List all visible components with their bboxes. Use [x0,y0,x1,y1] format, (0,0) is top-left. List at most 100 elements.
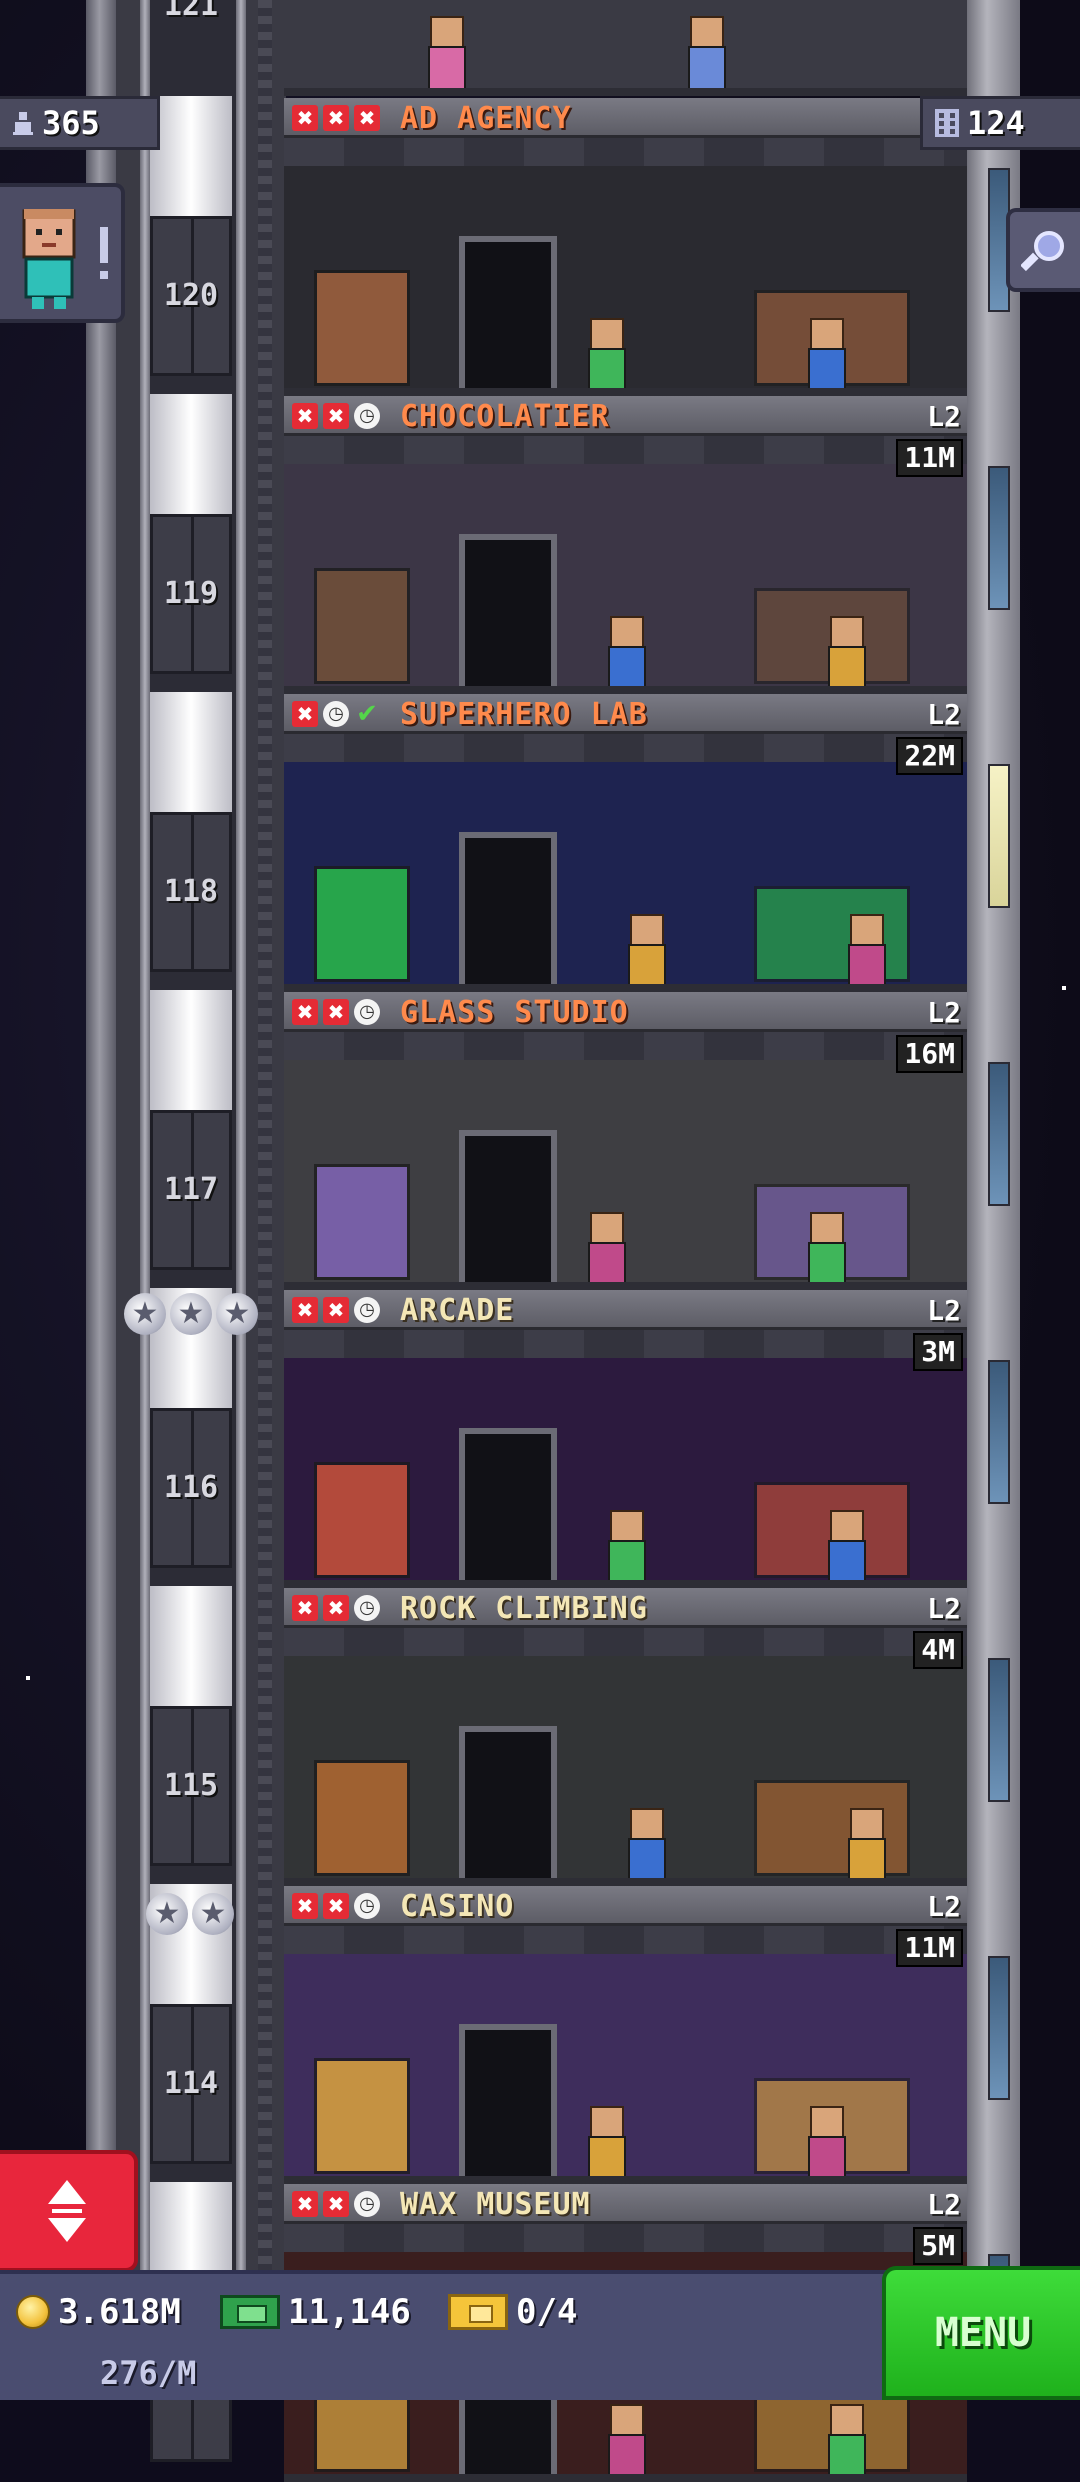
bitizen-avatar-icon [22,209,76,309]
tower-window [988,1062,1010,1206]
floor-level: L2 [927,1294,961,1327]
unstocked-x-icon: ✖ [323,403,349,429]
status-icons: ✖ ✖ ◷ [292,2191,380,2217]
visitor-button[interactable] [0,183,125,323]
alert-dot [100,271,108,279]
bitizen[interactable] [604,2404,646,2478]
coin-icon [16,2295,50,2329]
status-icons: ✖ ◷ ✔ [292,701,380,727]
income-tag: 3M [913,1333,963,1371]
room-floor [284,2474,967,2482]
clock-icon: ◷ [354,2191,380,2217]
elevator-stars-2: ★ ★ [146,1893,234,1935]
floor-banner: ✖ ✖ ◷ WAX MUSEUM L2 [284,2184,967,2224]
floors-count: 124 [967,104,1025,142]
unstocked-x-icon: ✖ [292,701,318,727]
room-interior [284,138,967,396]
elevator-control-button[interactable] [0,2150,138,2272]
bitizen[interactable] [804,1212,846,1286]
menu-button[interactable]: MENU [882,2266,1080,2400]
room-interior [284,1032,967,1290]
tower-inner-rail [258,0,272,2270]
floor-superhero-lab[interactable]: ✖ ◷ ✔ SUPERHERO LAB L2 22M [284,694,967,992]
unstocked-x-icon: ✖ [323,2191,349,2217]
room-interior [284,734,967,992]
floors-badge[interactable]: 124 [920,96,1080,150]
shaft-rail-right [236,0,246,2270]
unstocked-x-icon: ✖ [354,105,380,131]
unstocked-x-icon: ✖ [323,105,349,131]
bitizen[interactable] [804,318,846,392]
floor-rock-climbing[interactable]: ✖ ✖ ◷ ROCK CLIMBING L2 4M [284,1588,967,1886]
tickets-display[interactable]: 0/4 [448,2292,577,2332]
unstocked-x-icon: ✖ [292,1297,318,1323]
room-ceiling [284,734,967,762]
elevator-shaft-light [150,990,232,1110]
bitizen[interactable] [584,318,626,392]
bitizen[interactable] [624,914,666,988]
elevator-shaft-light [150,692,232,812]
room-interior [284,1628,967,1886]
room-ceiling [284,1032,967,1060]
bux-display[interactable]: 11,146 [220,2292,411,2332]
floor-number: 116 [163,1470,219,1505]
bitizen[interactable] [604,616,646,690]
room-floor [284,984,967,992]
income-tag: 4M [913,1631,963,1669]
star-icon: ★ [216,1293,258,1335]
unstocked-x-icon: ✖ [292,1595,318,1621]
floor-partial-top[interactable] [284,0,967,98]
bitizen[interactable] [604,1510,646,1584]
floor-name: GLASS STUDIO [400,995,629,1030]
room-prop [754,1780,910,1876]
floor-casino[interactable]: ✖ ✖ ◷ CASINO L2 11M [284,1886,967,2184]
clock-icon: ◷ [354,1893,380,1919]
status-icons: ✖ ✖ ◷ [292,1297,380,1323]
room-prop [314,270,410,386]
floor-name: SUPERHERO LAB [400,697,648,732]
alert-mark-icon [100,227,108,263]
bitizen[interactable] [824,2404,866,2478]
unstocked-x-icon: ✖ [292,2191,318,2217]
bitizen[interactable] [844,1808,886,1882]
bitizen[interactable] [804,2106,846,2180]
floor-level: L2 [927,996,961,1029]
bitizen[interactable] [824,616,866,690]
clock-icon: ◷ [323,701,349,727]
status-icons: ✖ ✖ ✖ [292,105,380,131]
room-door [459,534,557,690]
bitizen[interactable] [624,1808,666,1882]
floor-ad-agency[interactable]: ✖ ✖ ✖ AD AGENCY [284,98,967,396]
bitizen[interactable] [844,914,886,988]
floor-glass-studio[interactable]: ✖ ✖ ◷ GLASS STUDIO L2 16M [284,992,967,1290]
elevator-shaft-light [150,96,232,216]
income-tag: 16M [896,1035,963,1073]
tower-window [988,466,1010,610]
floor-arcade[interactable]: ✖ ✖ ◷ ARCADE L2 3M [284,1290,967,1588]
room-door [459,1130,557,1286]
floor-level: L2 [927,1890,961,1923]
bitizen[interactable] [824,1510,866,1584]
unstocked-x-icon: ✖ [323,1297,349,1323]
population-badge[interactable]: 365 [0,96,160,150]
floor-chocolatier[interactable]: ✖ ✖ ◷ CHOCOLATIER L2 11M [284,396,967,694]
floor-number: 121 [163,0,219,23]
coins-display[interactable]: 3.618M [16,2292,181,2332]
clock-icon: ◷ [354,1595,380,1621]
unstocked-x-icon: ✖ [292,403,318,429]
bux-amount: 11,146 [288,2292,411,2332]
elevator-stars-3: ★ ★ ★ [124,1293,258,1335]
bitizen[interactable] [584,2106,626,2180]
room-interior [284,436,967,694]
room-ceiling [284,1330,967,1358]
star-dot [1062,986,1066,990]
room-interior [284,1330,967,1588]
person-icon [13,112,33,135]
room-prop [314,1760,410,1876]
room-floor [284,1282,967,1290]
bitizen[interactable] [584,1212,626,1286]
tower-pillar [86,0,116,2270]
search-button[interactable] [1006,208,1080,292]
status-icons: ✖ ✖ ◷ [292,1893,380,1919]
income-tag: 11M [896,1929,963,1967]
